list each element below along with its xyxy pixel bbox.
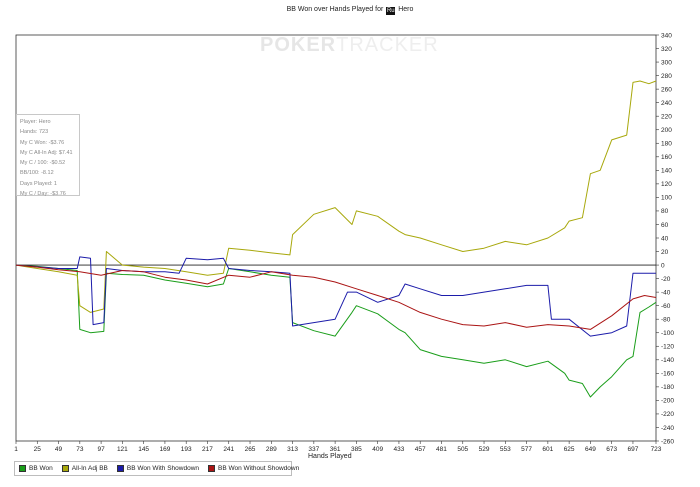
- x-tick-label: 529: [479, 446, 490, 453]
- y-tick-label: -100: [661, 330, 674, 337]
- legend-label: BB Won With Showdown: [126, 465, 200, 472]
- stat-hands: Hands: 723: [20, 129, 49, 136]
- stat-won: My C Won: -$3.76: [20, 139, 65, 146]
- stat-per-100: My C / 100: -$0.52: [20, 160, 66, 167]
- stat-bb-100: BB/100: -8.12: [20, 170, 54, 177]
- x-tick-label: 433: [394, 446, 405, 453]
- x-axis-label: Hands Played: [308, 453, 352, 460]
- stat-per-day: My C / Day: -$3.76: [20, 191, 66, 198]
- x-tick-label: 505: [457, 446, 468, 453]
- y-tick-label: 40: [661, 235, 669, 242]
- y-tick-label: 100: [661, 195, 672, 202]
- x-tick-label: 121: [117, 446, 128, 453]
- x-tick-label: 553: [500, 446, 511, 453]
- legend-swatch: [61, 465, 69, 472]
- x-tick-label: 673: [606, 446, 617, 453]
- y-tick-label: 300: [661, 59, 672, 66]
- y-tick-label: -40: [661, 289, 671, 296]
- y-tick-label: 260: [661, 86, 672, 93]
- x-tick-label: 625: [564, 446, 575, 453]
- y-tick-label: 60: [661, 222, 669, 229]
- legend-label: BB Won Without Showdown: [218, 465, 300, 472]
- y-tick-label: -60: [661, 303, 671, 310]
- y-tick-label: 160: [661, 154, 672, 161]
- x-tick-label: 265: [245, 446, 256, 453]
- y-tick-label: -240: [661, 425, 674, 432]
- x-tick-label: 1: [14, 446, 18, 453]
- legend-swatch: [208, 465, 216, 472]
- x-tick-label: 457: [415, 446, 426, 453]
- legend-swatch: [19, 465, 26, 472]
- y-tick-label: 180: [661, 141, 672, 148]
- x-tick-label: 217: [202, 446, 213, 453]
- legend-item-bb-won[interactable]: BB Won: [19, 465, 53, 472]
- x-tick-label: 337: [308, 446, 319, 453]
- legend-item-without-showdown[interactable]: BB Won Without Showdown: [208, 465, 299, 472]
- x-tick-label: 169: [159, 446, 170, 453]
- x-tick-label: 49: [55, 446, 63, 453]
- x-tick-label: 73: [76, 446, 84, 453]
- x-tick-label: 241: [223, 446, 234, 453]
- y-tick-label: -220: [661, 411, 674, 418]
- x-tick-label: 601: [542, 446, 553, 453]
- series-line-bb-won-with-showdown: [15, 256, 656, 337]
- y-tick-label: 20: [661, 249, 669, 256]
- y-tick-label: -160: [661, 371, 674, 378]
- chart-plot: 3403203002802602402202001801601401201008…: [14, 32, 674, 453]
- plot-frame: [15, 34, 657, 442]
- legend-item-with-showdown[interactable]: BB Won With Showdown: [116, 465, 200, 472]
- y-tick-label: -140: [661, 357, 674, 364]
- stat-allin-adj: My C All-In Adj: $7.41: [20, 149, 73, 156]
- x-tick-label: 313: [287, 446, 298, 453]
- y-tick-label: 220: [661, 114, 672, 121]
- x-tick-label: 697: [628, 446, 639, 453]
- y-tick-label: -180: [661, 384, 674, 391]
- x-tick-label: 25: [34, 446, 42, 453]
- legend-label: BB Won: [29, 465, 53, 472]
- x-tick-label: 289: [266, 446, 277, 453]
- y-tick-label: 120: [661, 181, 672, 188]
- chart-legend: BB Won All-In Adj BB BB Won With Showdow…: [14, 461, 299, 476]
- chart-axes: 3403203002802602402202001801601401201008…: [14, 32, 674, 453]
- series-line-bb-won-without-showdown: [15, 264, 657, 330]
- stat-player: Player: Hero: [20, 119, 51, 125]
- x-tick-label: 723: [651, 446, 662, 453]
- y-tick-label: 320: [661, 46, 672, 53]
- x-tick-label: 481: [436, 446, 447, 453]
- y-tick-label: 0: [661, 262, 665, 269]
- legend-item-allin-adj[interactable]: All-In Adj BB: [61, 465, 108, 472]
- y-tick-label: 240: [661, 100, 672, 107]
- y-tick-label: -120: [661, 344, 674, 351]
- player-stats-box: Player: Hero Hands: 723 My C Won: -$3.76…: [16, 114, 80, 198]
- y-tick-label: -200: [661, 398, 674, 405]
- x-tick-label: 577: [521, 446, 532, 453]
- y-tick-label: -20: [661, 276, 671, 283]
- y-tick-label: 140: [661, 168, 672, 175]
- x-tick-label: 193: [181, 446, 192, 453]
- legend-swatch: [116, 465, 124, 472]
- x-tick-label: 145: [138, 446, 149, 453]
- x-tick-label: 385: [351, 446, 362, 453]
- x-tick-label: 97: [97, 446, 105, 453]
- series-line-bb-won: [15, 264, 657, 398]
- x-tick-label: 361: [330, 446, 341, 453]
- y-tick-label: 280: [661, 73, 672, 80]
- y-tick-label: -260: [661, 438, 674, 445]
- y-tick-label: 200: [661, 127, 672, 134]
- y-tick-label: 340: [661, 32, 672, 39]
- series-line-all-in-adj-bb: [15, 80, 657, 313]
- x-tick-label: 649: [585, 446, 596, 453]
- legend-label: All-In Adj BB: [71, 465, 108, 472]
- y-tick-label: -80: [661, 317, 671, 324]
- series-layer: [15, 80, 657, 398]
- stat-days-played: Days Played: 1: [20, 180, 57, 187]
- y-tick-label: 80: [661, 208, 669, 215]
- x-tick-label: 409: [372, 446, 383, 453]
